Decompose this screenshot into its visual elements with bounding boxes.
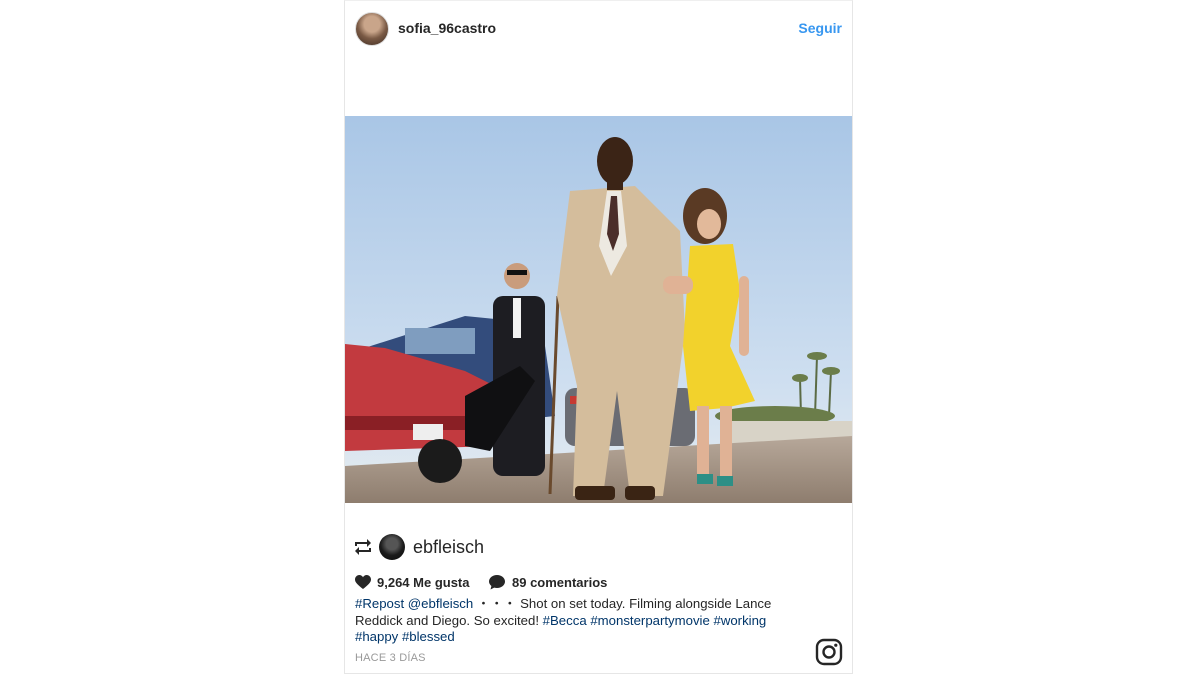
hashtag-monsterpartymovie[interactable]: #monsterpartymovie [590, 613, 709, 628]
post-photo[interactable] [345, 116, 852, 503]
post-stats: 9,264 Me gusta 89 comentarios [355, 574, 835, 592]
post-timestamp[interactable]: HACE 3 DÍAS [355, 652, 426, 664]
follow-button[interactable]: Seguir [798, 20, 842, 36]
heart-icon[interactable] [355, 575, 371, 590]
hashtag-repost[interactable]: #Repost [355, 596, 404, 611]
post-username[interactable]: sofia_96castro [398, 20, 496, 36]
comment-icon[interactable] [489, 575, 505, 590]
hashtag-happy[interactable]: #happy [355, 629, 398, 644]
repost-icon [355, 539, 371, 555]
profile-avatar[interactable] [355, 12, 389, 46]
repost-attribution: ebfleisch [353, 533, 653, 561]
mention-ebfleisch[interactable]: @ebfleisch [408, 596, 473, 611]
instagram-logo-icon[interactable] [815, 638, 843, 666]
hashtag-blessed[interactable]: #blessed [402, 629, 455, 644]
comments-count[interactable]: 89 comentarios [512, 575, 607, 590]
post-header: sofia_96castro Seguir [345, 1, 852, 57]
hashtag-becca[interactable]: #Becca [543, 613, 587, 628]
post-caption: #Repost @ebfleisch ・・・ Shot on set today… [355, 596, 810, 646]
instagram-post-card: sofia_96castro Seguir ebfleisch 9,264 Me… [344, 0, 853, 674]
repost-username[interactable]: ebfleisch [413, 537, 484, 558]
hashtag-working[interactable]: #working [713, 613, 766, 628]
repost-avatar[interactable] [379, 534, 405, 560]
likes-count[interactable]: 9,264 Me gusta [377, 575, 470, 590]
